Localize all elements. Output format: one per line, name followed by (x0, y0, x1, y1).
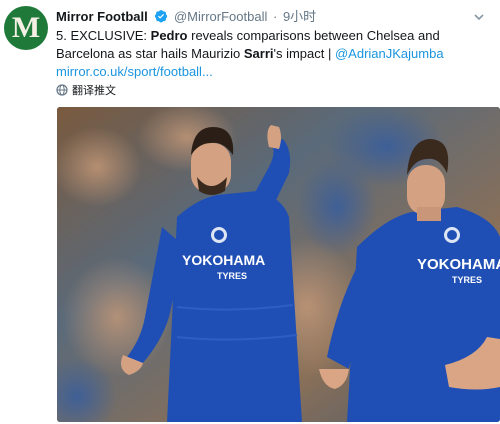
left-shirt-sponsor: YOKOHAMA (182, 252, 265, 268)
tweet-text-prefix: 5. EXCLUSIVE: (56, 28, 151, 43)
tweet-text-bold-pedro: Pedro (150, 28, 188, 43)
right-shirt-sponsor: YOKOHAMA (417, 256, 500, 273)
mention-link[interactable]: @AdrianJKajumba (335, 46, 444, 61)
left-shirt-sponsor-sub: TYRES (217, 271, 247, 281)
tweet-photo[interactable]: YOKOHAMA TYRES YOKOHAMA TYRES (57, 107, 500, 422)
tweet-text-suffix: 's impact | (273, 46, 335, 61)
account-name[interactable]: Mirror Football (56, 9, 148, 24)
avatar-logo-letter: M (11, 11, 41, 44)
translate-label: 翻译推文 (72, 85, 116, 97)
tweet-header: Mirror Football @MirrorFootball · 9小时 (56, 8, 486, 26)
chevron-down-icon[interactable] (472, 10, 486, 24)
verified-badge-icon (154, 9, 168, 28)
tweet-timestamp[interactable]: 9小时 (283, 9, 316, 24)
account-handle[interactable]: @MirrorFootball (174, 9, 267, 24)
globe-icon (56, 84, 68, 100)
tweet-text: 5. EXCLUSIVE: Pedro reveals comparisons … (56, 27, 496, 81)
tweet-text-bold-sarri: Sarri (243, 46, 274, 61)
right-shirt-sponsor-sub: TYRES (452, 275, 482, 285)
separator-dot: · (272, 9, 278, 24)
translate-tweet-button[interactable]: 翻译推文 (56, 84, 116, 98)
avatar[interactable]: M (4, 6, 48, 50)
article-link[interactable]: mirror.co.uk/sport/football... (56, 63, 496, 81)
